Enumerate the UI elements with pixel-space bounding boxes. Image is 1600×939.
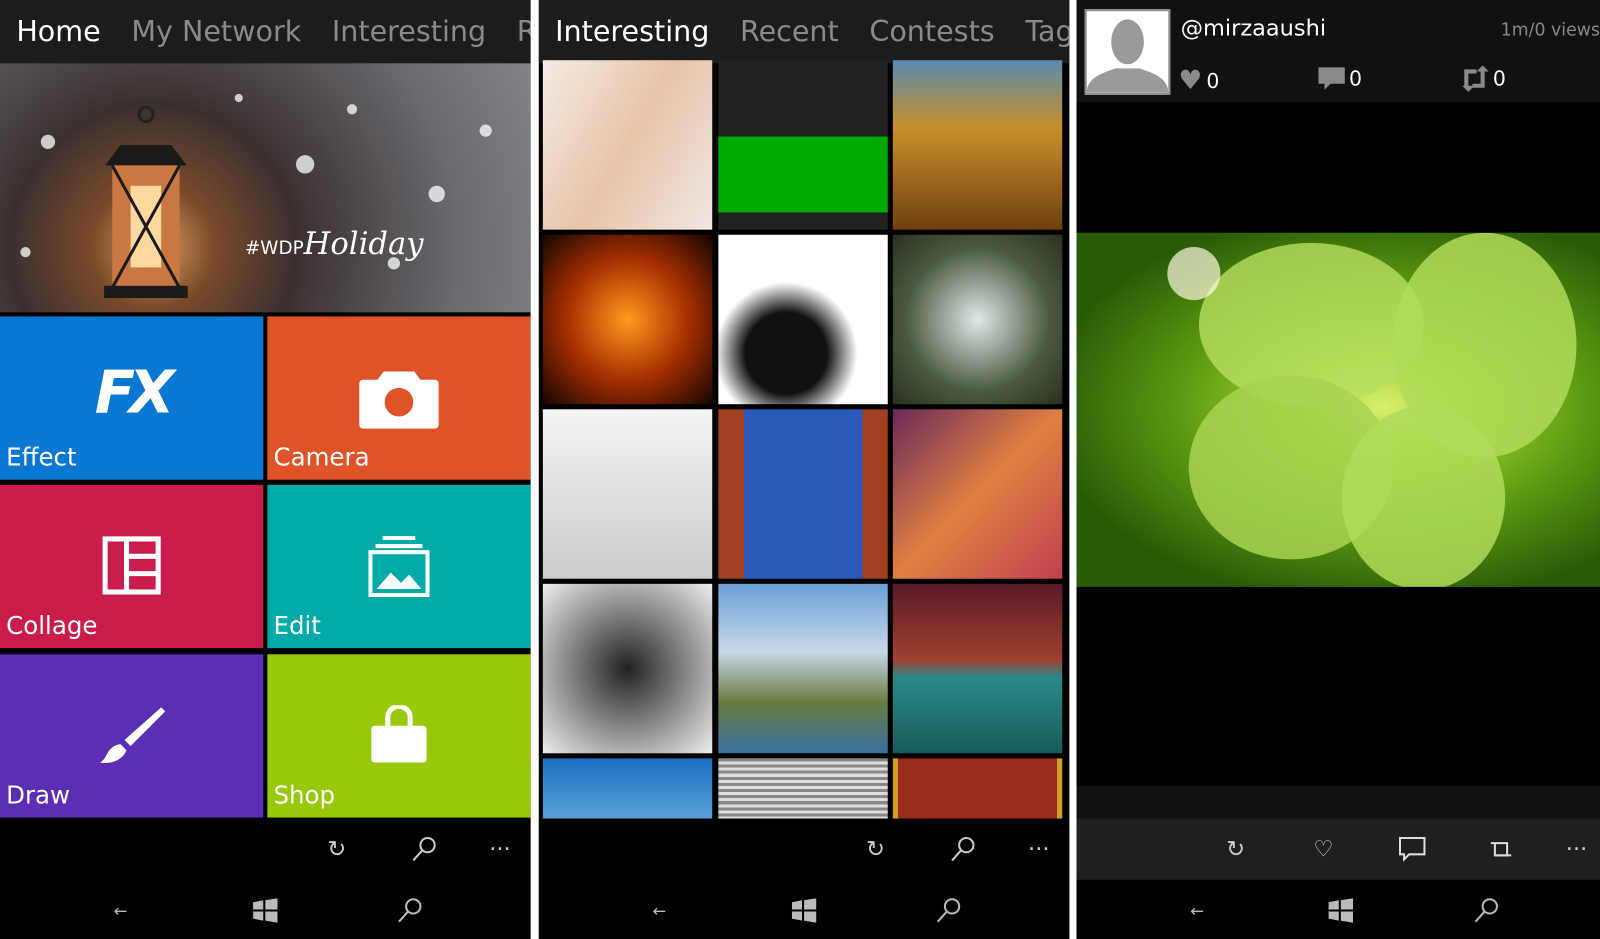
person-silhouette-icon <box>1086 19 1169 93</box>
photo-thumbnail[interactable] <box>892 234 1063 405</box>
camera-icon <box>359 371 439 429</box>
fx-icon: FX <box>94 357 175 427</box>
tile-label: Shop <box>273 780 336 810</box>
search-icon[interactable] <box>947 833 980 866</box>
shopping-bag-icon <box>371 705 427 763</box>
comment-icon <box>1318 67 1345 90</box>
search-icon[interactable] <box>394 894 427 927</box>
reposts-stat: 0 <box>1460 65 1506 92</box>
photo-thumbnail[interactable] <box>542 409 713 579</box>
hero-caption: #WDPHoliday <box>244 226 424 263</box>
comment-button[interactable] <box>1396 833 1429 866</box>
app-bar: ↻ ··· <box>538 818 1070 880</box>
tile-label: Draw <box>6 780 71 810</box>
app-bar: ↻ ♡ ··· <box>1076 818 1600 880</box>
photo-thumbnail[interactable] <box>892 758 1063 819</box>
tab-recent[interactable]: Recent <box>740 0 839 63</box>
tile-shop[interactable]: Shop <box>267 654 531 818</box>
windows-start-icon[interactable] <box>788 894 821 927</box>
photo-thumbnail[interactable] <box>542 758 713 819</box>
photo-thumbnail[interactable] <box>542 583 713 754</box>
lantern-image <box>104 105 188 299</box>
tile-effect[interactable]: FX Effect <box>0 316 264 480</box>
pivot-header: Home My Network Interesting Recent <box>0 0 531 64</box>
system-nav-bar: ← <box>0 879 531 939</box>
tab-home[interactable]: Home <box>16 0 100 63</box>
hero-banner[interactable]: #WDPHoliday <box>0 63 531 313</box>
more-button[interactable]: ··· <box>1022 833 1055 866</box>
search-icon[interactable] <box>408 833 441 866</box>
photo-thumbnail[interactable] <box>718 758 888 819</box>
image-edit-icon <box>368 535 430 598</box>
refresh-icon[interactable]: ↻ <box>1219 833 1252 866</box>
refresh-icon[interactable]: ↻ <box>320 833 353 866</box>
home-panel: Home My Network Interesting Recent #WDPHoli… <box>0 0 531 939</box>
photo-detail-panel: @mirzaaushi 1m/0 views ♥ 0 0 0 ↻ ♡ ··· ← <box>1076 0 1600 939</box>
tab-interesting[interactable]: Interesting <box>332 0 486 63</box>
tab-my-network[interactable]: My Network <box>131 0 301 63</box>
main-photo[interactable] <box>1076 232 1600 587</box>
like-button[interactable]: ♡ <box>1307 833 1340 866</box>
tile-label: Edit <box>273 611 321 640</box>
comments-stat: 0 <box>1318 65 1362 92</box>
photo-thumbnail[interactable] <box>892 583 1063 754</box>
repost-icon <box>1462 65 1489 92</box>
more-button[interactable]: ··· <box>1560 833 1593 866</box>
avatar[interactable] <box>1084 9 1171 95</box>
photo-thumbnail[interactable] <box>542 234 713 405</box>
search-icon[interactable] <box>933 894 966 927</box>
back-icon[interactable]: ← <box>643 894 676 927</box>
app-bar: ↻ ··· <box>0 818 531 880</box>
views-count: 1m/0 views <box>1500 20 1600 41</box>
windows-start-icon[interactable] <box>249 894 282 927</box>
tile-edit[interactable]: Edit <box>267 484 531 649</box>
interesting-panel: Interesting Recent Contests Tags ↻ ··· ← <box>538 0 1070 939</box>
refresh-icon[interactable]: ↻ <box>859 833 892 866</box>
tile-label: Camera <box>273 442 370 472</box>
system-nav-bar: ← <box>1076 879 1600 939</box>
photo-thumbnail[interactable] <box>892 409 1063 579</box>
tab-recent[interactable]: Recent <box>517 0 531 63</box>
repost-icon <box>1490 842 1512 857</box>
photo-thumbnail[interactable] <box>718 409 888 579</box>
tab-interesting[interactable]: Interesting <box>555 0 709 63</box>
tile-camera[interactable]: Camera <box>267 316 531 480</box>
tab-tags[interactable]: Tags <box>1025 0 1069 63</box>
brush-icon <box>99 707 166 763</box>
tile-label: Effect <box>6 442 77 472</box>
spacer <box>1076 785 1600 820</box>
screenshot: Home My Network Interesting Recent #WDPHoli… <box>0 0 1600 939</box>
heart-outline-icon: ♡ <box>1313 836 1334 862</box>
photo-thumbnail[interactable] <box>718 60 888 230</box>
photo-thumbnail[interactable] <box>542 60 713 230</box>
heart-icon: ♥ <box>1178 65 1203 96</box>
back-icon[interactable]: ← <box>1181 894 1214 927</box>
collage-icon <box>102 536 161 595</box>
clover-leaf-image <box>1167 232 1577 587</box>
more-button[interactable]: ··· <box>484 833 517 866</box>
photo-thumbnail[interactable] <box>892 60 1063 230</box>
repost-button[interactable] <box>1485 833 1518 866</box>
tab-contests[interactable]: Contests <box>869 0 994 63</box>
tile-collage[interactable]: Collage <box>0 484 264 649</box>
pivot-header: Interesting Recent Contests Tags <box>538 0 1070 64</box>
tile-label: Collage <box>6 611 98 640</box>
search-icon[interactable] <box>1470 894 1503 927</box>
back-icon[interactable]: ← <box>104 894 137 927</box>
photo-thumbnail[interactable] <box>718 583 888 754</box>
comment-icon <box>1398 836 1426 862</box>
photo-thumbnail[interactable] <box>718 234 888 405</box>
system-nav-bar: ← <box>538 879 1070 939</box>
windows-start-icon[interactable] <box>1324 894 1357 927</box>
likes-stat: ♥ 0 <box>1178 65 1220 96</box>
tile-draw[interactable]: Draw <box>0 654 264 818</box>
user-header: @mirzaaushi 1m/0 views ♥ 0 0 0 <box>1076 0 1600 103</box>
username[interactable]: @mirzaaushi <box>1181 16 1326 42</box>
